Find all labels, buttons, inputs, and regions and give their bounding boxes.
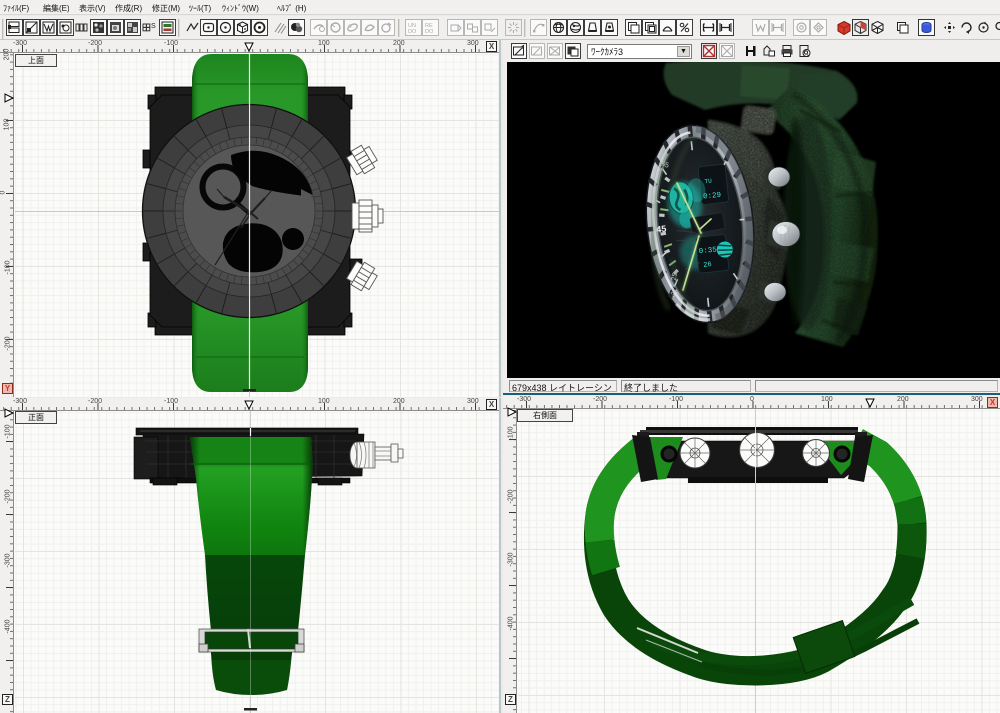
svg-text:TU: TU <box>704 178 712 186</box>
svg-text:DO: DO <box>425 29 434 35</box>
svg-text:26: 26 <box>703 261 712 270</box>
svg-text:DO: DO <box>408 29 417 35</box>
svg-text:S: S <box>151 23 156 30</box>
